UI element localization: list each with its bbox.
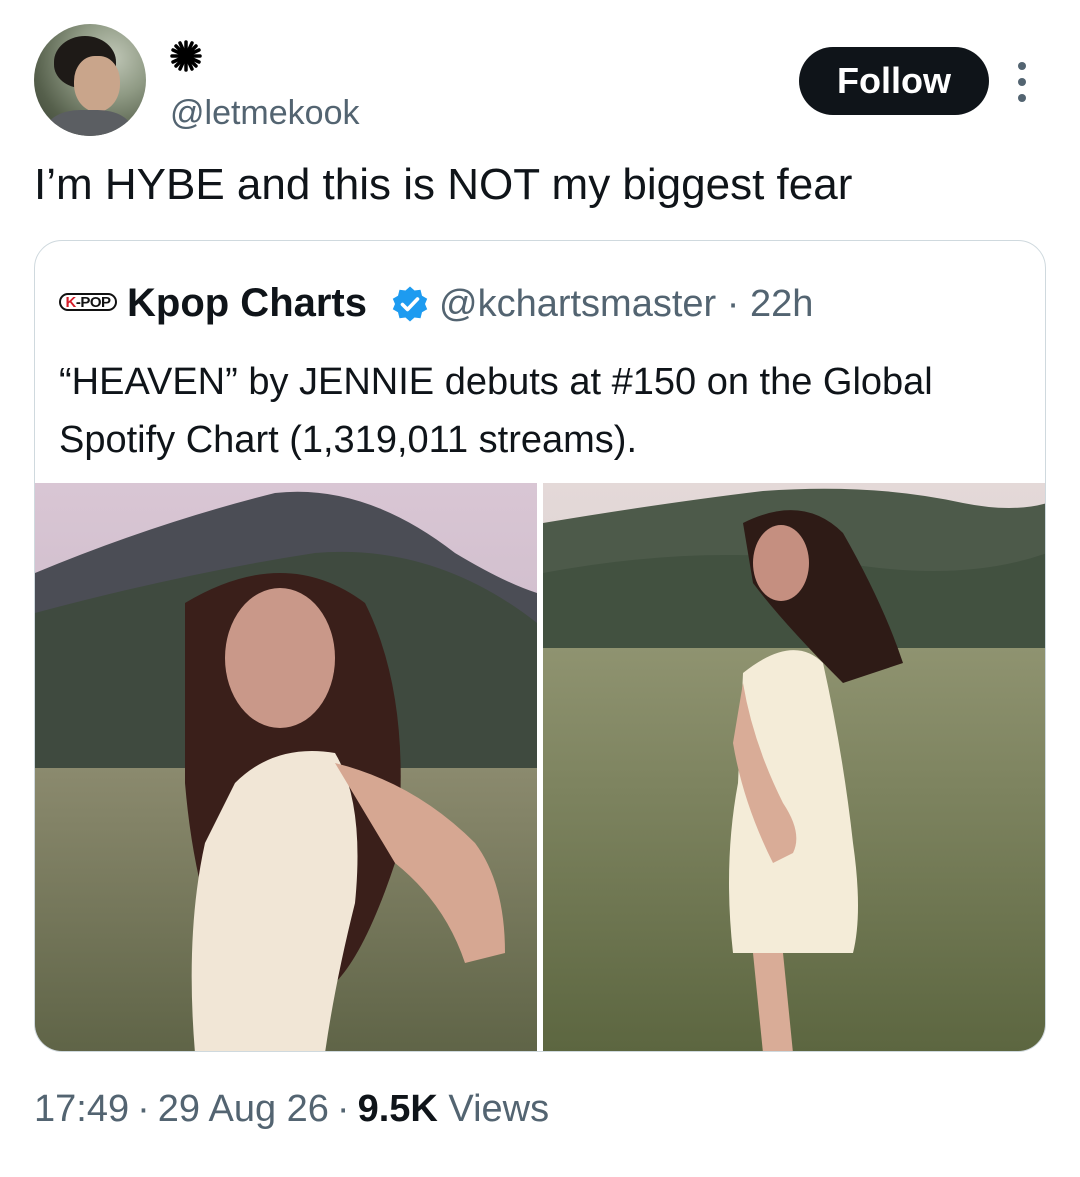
verified-badge-icon xyxy=(392,286,428,322)
photo-woman-field-closeup xyxy=(35,483,537,1051)
meta-separator: · xyxy=(336,1088,350,1130)
quote-tweet-card[interactable]: K -POP Kpop Charts @kchartsmaster · 22h “… xyxy=(34,240,1046,1052)
follow-button[interactable]: Follow xyxy=(799,47,989,115)
meta-separator: · xyxy=(137,1088,150,1130)
author-handle[interactable]: @letmekook xyxy=(170,94,359,133)
kpop-logo-rest: -POP xyxy=(75,293,111,311)
tweet-meta: 17:49 · 29 Aug 26 · 9.5K Views xyxy=(34,1088,549,1131)
avatar-face xyxy=(74,56,120,112)
tweet-date[interactable]: 29 Aug 26 xyxy=(158,1088,329,1130)
quote-handle-time: @kchartsmaster · 22h xyxy=(439,283,814,325)
avatar-body xyxy=(46,110,132,136)
more-vertical-icon[interactable] xyxy=(1012,60,1032,104)
kpop-logo: K -POP xyxy=(59,293,117,311)
quote-text: “HEAVEN” by JENNIE debuts at #150 on the… xyxy=(59,361,933,461)
tweet-text: I’m HYBE and this is NOT my biggest fear xyxy=(34,160,853,209)
photo-woman-field-reaching xyxy=(543,483,1045,1051)
tweet: @letmekook Follow I’m HYBE and this is N… xyxy=(0,0,1080,1177)
quote-photo-1[interactable] xyxy=(35,483,537,1051)
avatar[interactable] xyxy=(34,24,146,136)
views-count: 9.5K xyxy=(357,1088,438,1130)
tweet-time[interactable]: 17:49 xyxy=(34,1088,129,1130)
kpop-logo-k: K xyxy=(65,293,76,311)
quote-author-name[interactable]: Kpop Charts xyxy=(127,281,367,326)
quote-photo-2[interactable] xyxy=(543,483,1045,1051)
sparkle-icon xyxy=(170,40,202,72)
views-label: Views xyxy=(448,1088,550,1130)
